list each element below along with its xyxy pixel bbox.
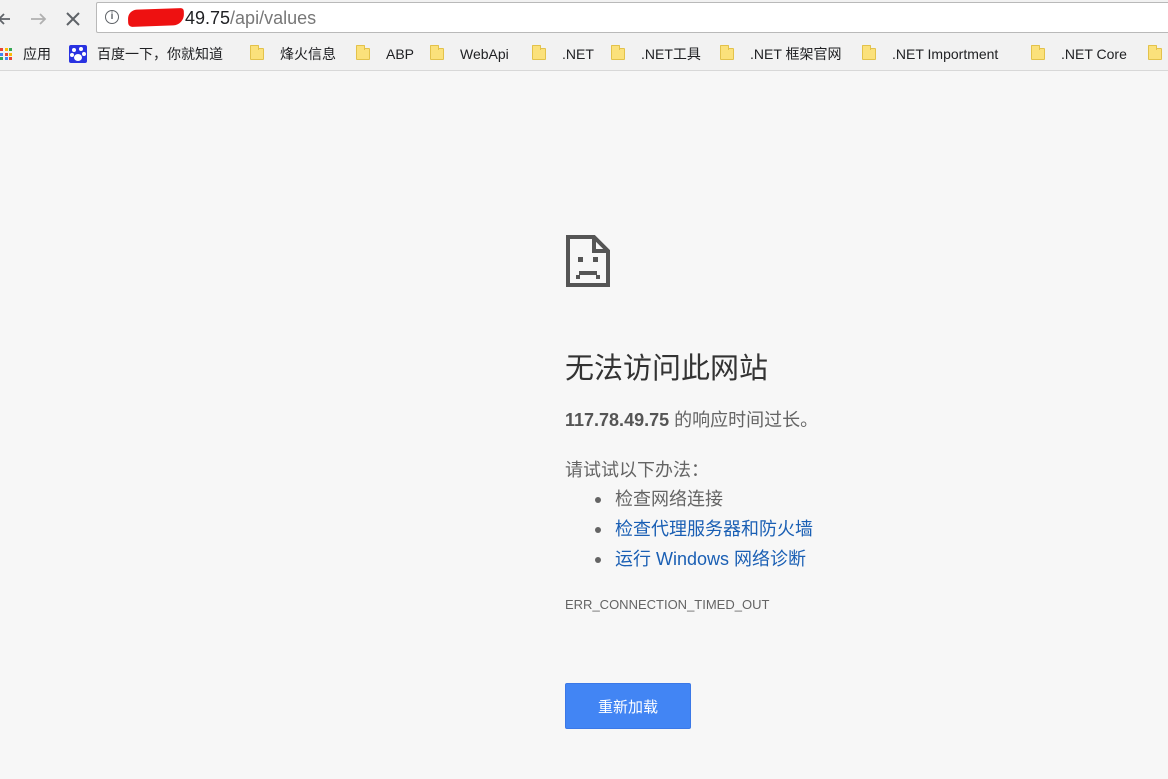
address-bar[interactable]: i 49.75/api/values xyxy=(96,2,1168,33)
folder-icon xyxy=(250,45,264,60)
redaction-mark xyxy=(127,8,185,27)
suggestion-check-proxy-link[interactable]: 检查代理服务器和防火墙 xyxy=(595,514,813,544)
folder-icon xyxy=(430,45,444,60)
bookmark-label: 应用 xyxy=(23,46,51,62)
reload-button[interactable]: 重新加载 xyxy=(565,683,691,729)
url-host-visible: 49.75 xyxy=(185,8,231,28)
bookmark-label: .NET 框架官网 xyxy=(750,46,842,62)
bookmark-folder[interactable]: WebApi xyxy=(430,38,509,70)
back-arrow-icon xyxy=(0,13,10,25)
sad-page-icon xyxy=(565,234,611,293)
bookmark-folder[interactable]: .NET xyxy=(532,38,594,70)
info-icon[interactable]: i xyxy=(105,10,119,24)
folder-icon xyxy=(862,45,876,60)
bookmark-folder[interactable]: ABP xyxy=(356,38,414,70)
bookmark-folder[interactable]: .NET Core xyxy=(1031,38,1127,70)
folder-icon xyxy=(720,45,734,60)
bookmark-label: .NET Importment xyxy=(892,46,999,62)
error-title: 无法访问此网站 xyxy=(565,353,769,385)
browser-toolbar: i 49.75/api/values xyxy=(0,0,1168,38)
error-code: ERR_CONNECTION_TIMED_OUT xyxy=(565,597,770,612)
close-x-icon xyxy=(66,12,80,26)
apps-grid-icon xyxy=(0,48,12,60)
back-button[interactable] xyxy=(0,6,12,32)
url-text[interactable]: 49.75/api/values xyxy=(127,8,317,29)
stop-loading-button[interactable] xyxy=(62,6,84,32)
bookmark-apps[interactable]: 应用 xyxy=(0,38,51,70)
url-path: /api/values xyxy=(230,8,317,28)
suggestions-list: 检查网络连接 检查代理服务器和防火墙 运行 Windows 网络诊断 xyxy=(595,484,813,574)
bookmark-folder-overflow[interactable] xyxy=(1148,38,1168,70)
error-host: 117.78.49.75 xyxy=(565,410,670,430)
folder-icon xyxy=(532,45,546,60)
bookmark-folder[interactable]: .NET Importment xyxy=(862,38,998,70)
bookmark-folder[interactable]: 烽火信息 xyxy=(250,38,336,70)
error-message: 117.78.49.75 的响应时间过长。 xyxy=(565,406,818,432)
error-message-text: 的响应时间过长。 xyxy=(669,410,819,430)
folder-icon xyxy=(1148,45,1162,60)
bookmark-folder[interactable]: .NET 框架官网 xyxy=(720,38,842,70)
suggestion-windows-diagnostics-link[interactable]: 运行 Windows 网络诊断 xyxy=(595,544,813,574)
bookmark-folder[interactable]: .NET工具 xyxy=(611,38,701,70)
bookmark-label: .NET xyxy=(562,46,594,62)
folder-icon xyxy=(611,45,625,60)
folder-icon xyxy=(1031,45,1045,60)
bookmark-label: WebApi xyxy=(460,46,509,62)
folder-icon xyxy=(356,45,370,60)
bookmark-label: ABP xyxy=(386,46,415,62)
baidu-paw-icon xyxy=(69,45,87,63)
bookmark-label: .NET Core xyxy=(1061,46,1127,62)
forward-button[interactable] xyxy=(28,6,50,32)
bookmarks-bar: 应用 百度一下，你就知道 烽火信息 ABP WebApi .NET .NET工具… xyxy=(0,38,1168,71)
suggestions-heading: 请试试以下办法： xyxy=(565,460,709,480)
bookmark-label: 百度一下，你就知道 xyxy=(97,46,223,62)
suggestion-check-network: 检查网络连接 xyxy=(595,484,813,514)
forward-arrow-icon xyxy=(31,13,47,25)
bookmark-baidu[interactable]: 百度一下，你就知道 xyxy=(69,38,223,70)
bookmark-label: .NET工具 xyxy=(641,46,701,62)
bookmark-label: 烽火信息 xyxy=(280,46,336,62)
